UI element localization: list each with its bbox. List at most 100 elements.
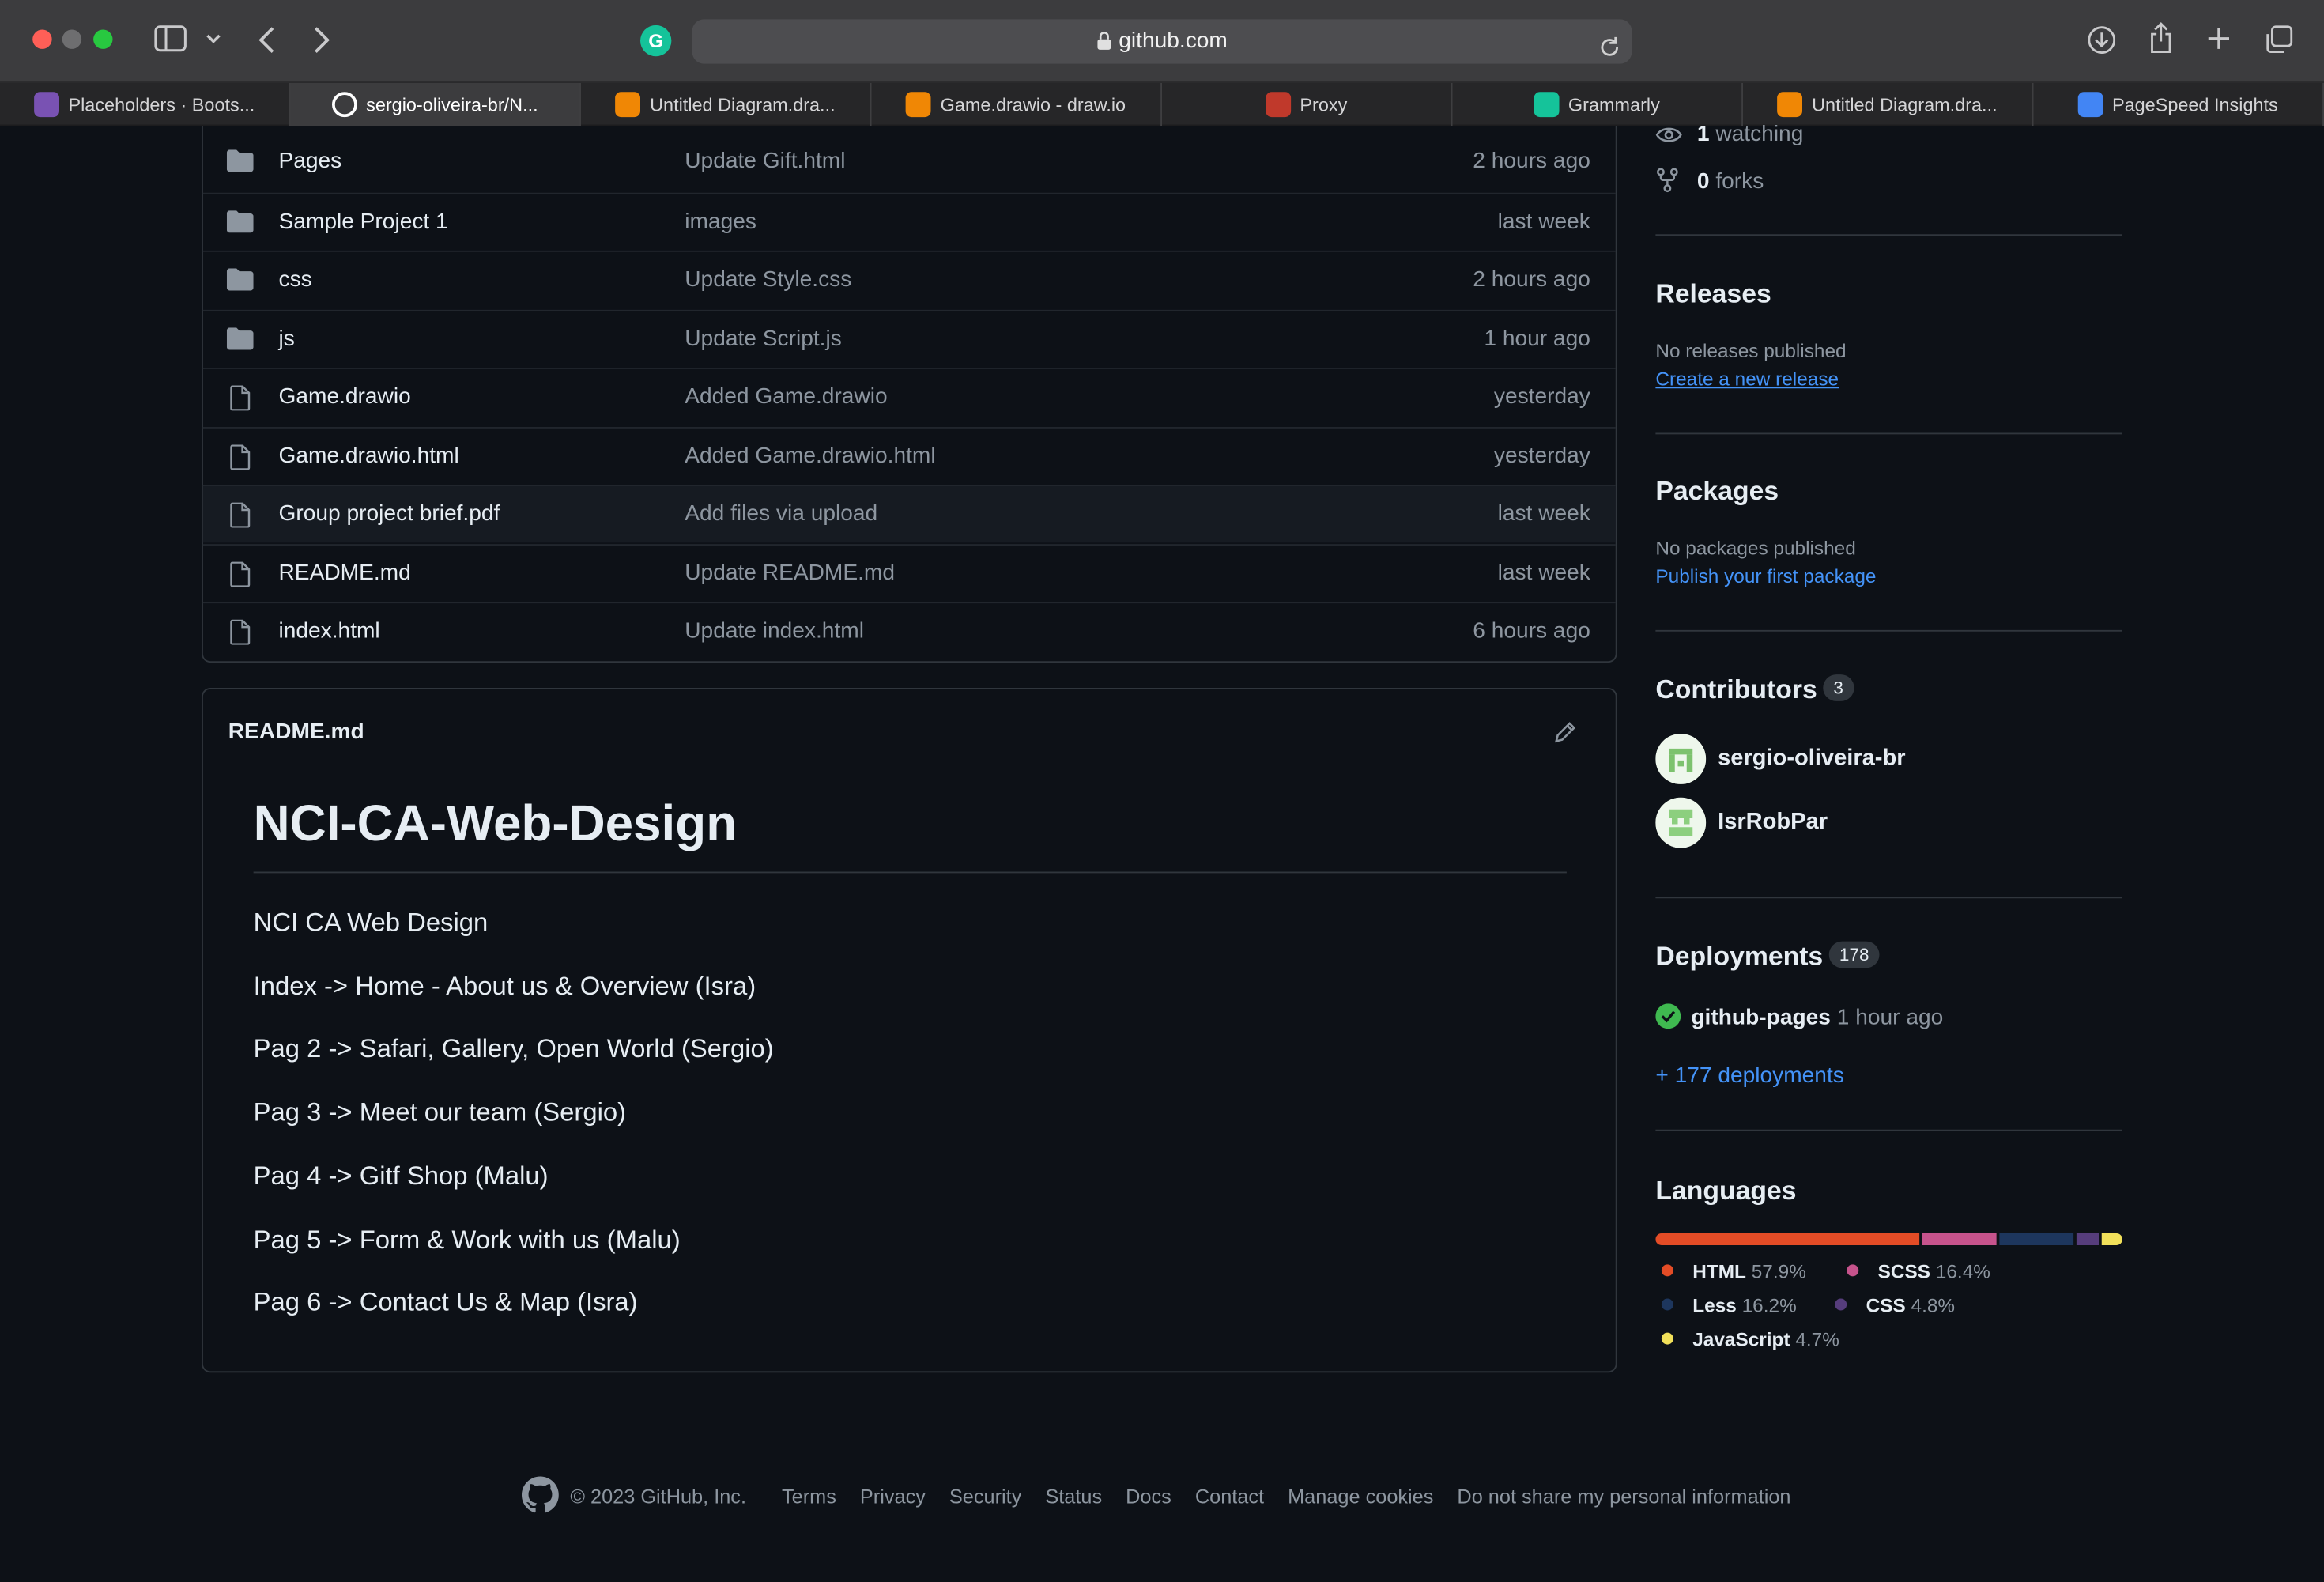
tab-bar: Placeholders · Boots...sergio-oliveira-b… [0,83,2324,126]
file-name-link[interactable]: Sample Project 1 [279,208,448,233]
commit-message-link[interactable]: Update Style.css [685,267,851,293]
address-bar[interactable]: github.com [692,19,1632,63]
releases-title[interactable]: Releases [1655,279,2122,310]
file-name-link[interactable]: Game.drawio [279,384,411,410]
reload-icon[interactable] [1599,30,1620,74]
file-icon [230,386,251,417]
github-logo-icon[interactable] [521,1477,558,1519]
file-row[interactable]: index.html Update index.html 6 hours ago [203,602,1616,659]
minimize-window-button[interactable] [62,30,81,49]
avatar[interactable] [1655,798,1706,848]
file-name-link[interactable]: css [279,267,312,293]
browser-toolbar: G github.com [0,0,2324,83]
avatar[interactable] [1655,734,1706,784]
file-name-link[interactable]: Game.drawio.html [279,443,459,468]
browser-tab[interactable]: PageSpeed Insights [2034,83,2324,126]
sidebar-toggle-icon[interactable] [154,25,187,61]
commit-date: 6 hours ago [1473,618,1590,644]
commit-message-link[interactable]: images [685,208,756,233]
watching-label: watching [1715,122,1803,147]
commit-message-link[interactable]: Update index.html [685,618,864,644]
back-icon[interactable] [256,25,277,64]
file-row[interactable]: Group project brief.pdf Add files via upl… [203,485,1616,542]
file-row[interactable]: Game.drawio Added Game.drawio yesterday [203,368,1616,425]
close-window-button[interactable] [32,30,51,49]
new-tab-icon[interactable] [2205,25,2232,61]
browser-tab[interactable]: sergio-oliveira-br/N... [291,83,582,126]
file-row[interactable]: PagesUpdate Gift.html2 hours ago [203,134,1616,191]
grammarly-extension-icon[interactable]: G [640,25,671,56]
footer-link[interactable]: Contact [1195,1486,1264,1508]
contributors-title[interactable]: Contributors3 [1655,674,2122,705]
language-item[interactable]: JavaScript 4.7% [1662,1328,1839,1350]
more-deployments-link[interactable]: + 177 deployments [1655,1063,1843,1088]
divider [1655,1130,2122,1131]
forward-icon[interactable] [311,25,332,64]
commit-message-link[interactable]: Added Game.drawio.html [685,443,935,468]
language-item[interactable]: Less 16.2% [1662,1294,1797,1316]
file-name-link[interactable]: README.md [279,560,411,585]
footer-link[interactable]: Manage cookies [1288,1486,1433,1508]
contributor-name[interactable]: IsrRobPar [1718,810,2185,836]
footer-link[interactable]: Privacy [860,1486,926,1508]
file-row[interactable]: Game.drawio.htmlAdded Game.drawio.htmlye… [203,426,1616,484]
language-item[interactable]: HTML 57.9% [1662,1260,1806,1282]
browser-tab[interactable]: Grammarly [1453,83,1744,126]
browser-tab[interactable]: Game.drawio - draw.io [872,83,1163,126]
watching-stat[interactable]: 1 watching [1655,122,2122,152]
readme-paragraph: Index -> Home - About us & Overview (Isr… [254,971,756,1002]
commit-message-link[interactable]: Update README.md [685,560,895,585]
contributors-count: 3 [1823,674,1854,701]
language-item[interactable]: CSS 4.8% [1835,1294,1955,1316]
language-color-dot [1847,1264,1858,1276]
zoom-window-button[interactable] [93,30,112,49]
readme-paragraph: Pag 2 -> Safari, Gallery, Open World (Se… [254,1034,774,1065]
commit-message-link[interactable]: Update Gift.html [685,149,845,174]
browser-tab[interactable]: Untitled Diagram.dra... [581,83,872,126]
readme-header[interactable]: README.md [228,719,364,744]
browser-tab[interactable]: Proxy [1162,83,1453,126]
deployments-title[interactable]: Deployments178 [1655,942,2122,972]
file-name-link[interactable]: index.html [279,618,380,644]
packages-title[interactable]: Packages [1655,476,2122,507]
commit-message-link[interactable]: Added Game.drawio [685,384,887,410]
deployments-count: 178 [1829,942,1880,968]
share-icon[interactable] [2148,22,2175,64]
contributor-name[interactable]: sergio-oliveira-br [1718,746,2185,772]
deployment-item[interactable]: github-pages 1 hour ago [1655,1003,2122,1034]
footer-link[interactable]: Terms [782,1486,836,1508]
folder-icon [227,327,254,355]
file-icon [230,503,251,534]
language-bar-segment [2101,1233,2122,1245]
forks-stat[interactable]: 0 forks [1655,168,2122,198]
file-row[interactable]: jsUpdate Script.js1 hour ago [203,309,1616,367]
file-row[interactable]: cssUpdate Style.css2 hours ago [203,251,1616,308]
footer-link[interactable]: Do not share my personal information [1457,1486,1790,1508]
contributors-label: Contributors [1655,674,1817,704]
tab-overview-icon[interactable] [2263,25,2293,64]
footer-link[interactable]: Security [949,1486,1021,1508]
file-name-link[interactable]: Group project brief.pdf [279,501,500,527]
file-name-link[interactable]: Pages [279,149,342,174]
file-icon [230,561,251,592]
commit-message-link[interactable]: Update Script.js [685,326,842,351]
downloads-icon[interactable] [2087,25,2117,64]
check-circle-icon [1655,1003,1681,1034]
language-item[interactable]: SCSS 16.4% [1847,1260,1990,1282]
language-name: HTML [1692,1260,1746,1282]
commit-date: yesterday [1494,384,1590,410]
file-row[interactable]: README.mdUpdate README.mdlast week [203,543,1616,601]
browser-tab[interactable]: Untitled Diagram.dra... [1743,83,2034,126]
publish-package-link[interactable]: Publish your first package [1655,564,1876,587]
file-row[interactable]: Sample Project 1imageslast week [203,192,1616,250]
browser-tab[interactable]: Placeholders · Boots... [0,83,291,126]
tab-label: Untitled Diagram.dra... [1812,94,1997,115]
create-release-link[interactable]: Create a new release [1655,368,1839,390]
forks-count: 0 [1697,169,1710,194]
edit-pencil-icon[interactable] [1553,720,1577,751]
footer-link[interactable]: Docs [1126,1486,1171,1508]
file-name-link[interactable]: js [279,326,295,351]
chevron-down-icon[interactable] [205,27,223,57]
commit-message-link[interactable]: Add files via upload [685,501,877,527]
footer-link[interactable]: Status [1045,1486,1102,1508]
